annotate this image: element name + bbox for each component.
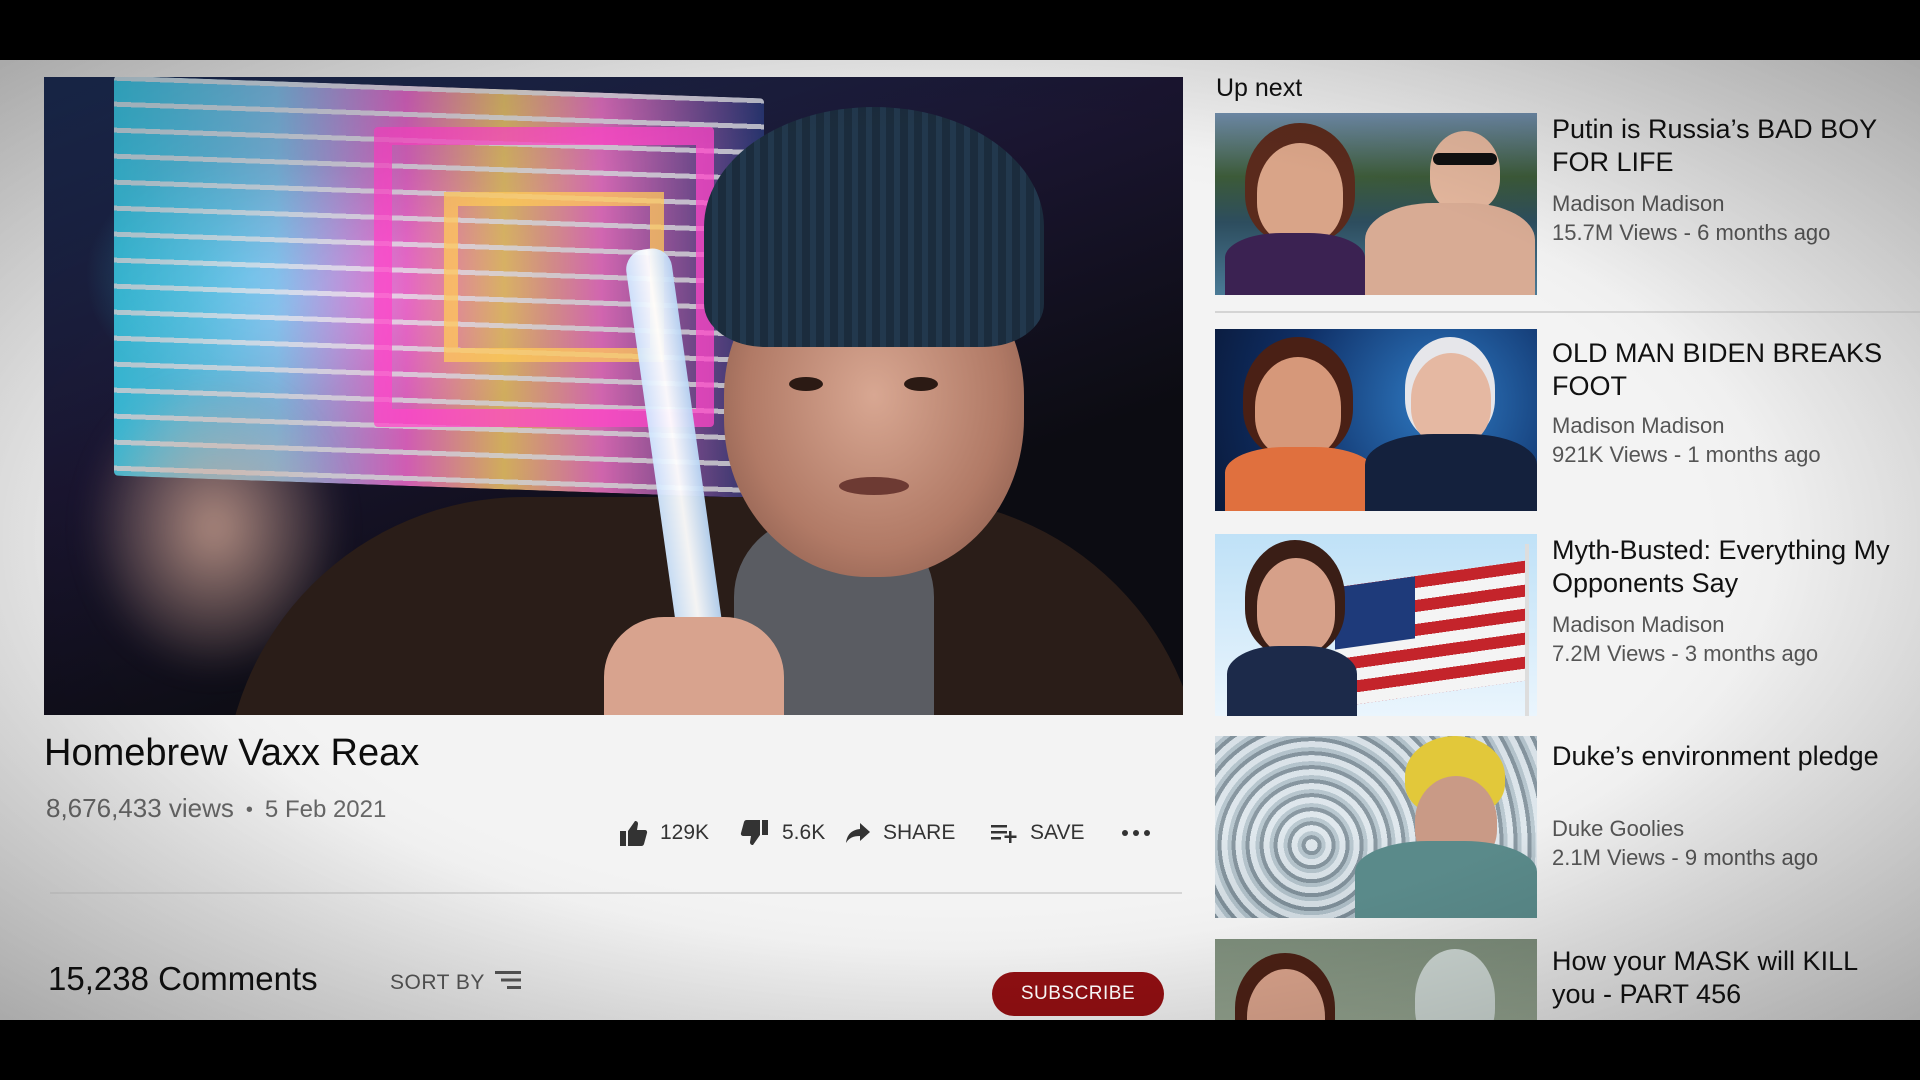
share-arrow-icon [845, 821, 871, 845]
thumbnail-figure-face [1257, 143, 1343, 243]
thumbnail-figure-dress [1227, 646, 1357, 716]
sunglasses-graphic [1433, 153, 1497, 165]
dislike-count: 5.6K [782, 821, 826, 844]
recommended-video[interactable]: Duke’s environment pledge Duke Goolies 2… [1215, 736, 1915, 926]
thumbnail-figure-suit [1365, 434, 1537, 511]
sidebar-divider [1215, 311, 1920, 313]
recommended-video[interactable]: Myth-Busted: Everything My Opponents Say… [1215, 534, 1915, 724]
recommended-channel[interactable]: Madison Madison [1552, 612, 1724, 638]
video-player[interactable] [44, 77, 1183, 715]
thumbnail-figure-hoodie [1355, 841, 1537, 918]
recommended-title[interactable]: Myth-Busted: Everything My Opponents Say [1552, 534, 1902, 600]
comments-count: 15,238 Comments [48, 960, 318, 997]
recommended-video[interactable]: Putin is Russia’s BAD BOY FOR LIFE Madis… [1215, 113, 1915, 303]
dislike-button[interactable]: 5.6K [740, 815, 825, 851]
recommended-video[interactable]: How your MASK will KILL you - PART 456 [1215, 939, 1915, 1020]
recommended-channel[interactable]: Duke Goolies [1552, 816, 1684, 842]
presenter-beanie [704, 107, 1044, 347]
recommended-channel[interactable]: Madison Madison [1552, 413, 1724, 439]
recommended-stats: 15.7M Views - 6 months ago [1552, 220, 1831, 245]
video-actions: 129K 5.6K SHARE SAVE [0, 815, 1183, 851]
recommended-video[interactable]: OLD MAN BIDEN BREAKS FOOT Madison Madiso… [1215, 329, 1915, 519]
recommended-title[interactable]: Putin is Russia’s BAD BOY FOR LIFE [1552, 113, 1902, 179]
video-thumbnail[interactable] [1215, 736, 1537, 918]
sort-by-button[interactable]: SORT BY [390, 970, 521, 996]
recommended-stats: 7.2M Views - 3 months ago [1552, 641, 1819, 666]
masked-figure-graphic [1415, 949, 1495, 1020]
presenter-eye-right [904, 377, 938, 391]
sort-lines-icon [494, 970, 521, 996]
save-label: SAVE [1030, 821, 1085, 844]
subscribe-button[interactable]: SUBSCRIBE [992, 972, 1164, 1016]
us-flag-canton [1335, 576, 1415, 650]
thumbnail-figure-dress [1225, 233, 1365, 295]
like-button[interactable]: 129K [618, 815, 709, 851]
letterbox-bottom [0, 1020, 1920, 1080]
more-dots-icon [1120, 828, 1152, 838]
share-label: SHARE [883, 821, 956, 844]
thumbnail-figure-dress [1225, 447, 1375, 511]
like-count: 129K [660, 821, 710, 844]
recommended-title[interactable]: Duke’s environment pledge [1552, 740, 1902, 773]
youtube-watch-page: Homebrew Vaxx Reax 8,676,433 views • 5 Feb… [0, 60, 1920, 1020]
more-options-button[interactable] [1120, 815, 1152, 851]
save-button[interactable]: SAVE [990, 815, 1084, 851]
thumbs-down-icon [740, 819, 770, 847]
recommended-title[interactable]: How your MASK will KILL you - PART 456 [1552, 945, 1902, 1011]
thumbnail-figure-face [1257, 558, 1335, 654]
video-title: Homebrew Vaxx Reax [44, 732, 420, 774]
thumbnail-figure-face [1411, 353, 1491, 445]
thumbnail-figure-face [1255, 357, 1341, 457]
recommended-stats: 921K Views - 1 months ago [1552, 442, 1821, 467]
presenter-eye-left [789, 377, 823, 391]
thumbnail-figure-torso [1365, 203, 1535, 295]
thumbs-up-icon [618, 819, 648, 847]
recommended-title[interactable]: OLD MAN BIDEN BREAKS FOOT [1552, 337, 1902, 403]
presenter-hand [604, 617, 784, 715]
up-next-label: Up next [1216, 74, 1303, 102]
video-thumbnail[interactable] [1215, 329, 1537, 511]
section-divider [50, 892, 1182, 894]
video-thumbnail[interactable] [1215, 534, 1537, 716]
recommended-channel[interactable]: Madison Madison [1552, 191, 1724, 217]
video-thumbnail[interactable] [1215, 113, 1537, 295]
thumbnail-figure-face [1430, 131, 1500, 211]
presenter-mouth [839, 477, 909, 495]
share-button[interactable]: SHARE [845, 815, 955, 851]
playlist-add-icon [990, 822, 1018, 844]
flag-pole-graphic [1525, 544, 1529, 716]
sort-by-label: SORT BY [390, 971, 485, 994]
recommended-stats: 2.1M Views - 9 months ago [1552, 845, 1819, 870]
letterbox-top [0, 0, 1920, 60]
video-thumbnail[interactable] [1215, 939, 1537, 1020]
